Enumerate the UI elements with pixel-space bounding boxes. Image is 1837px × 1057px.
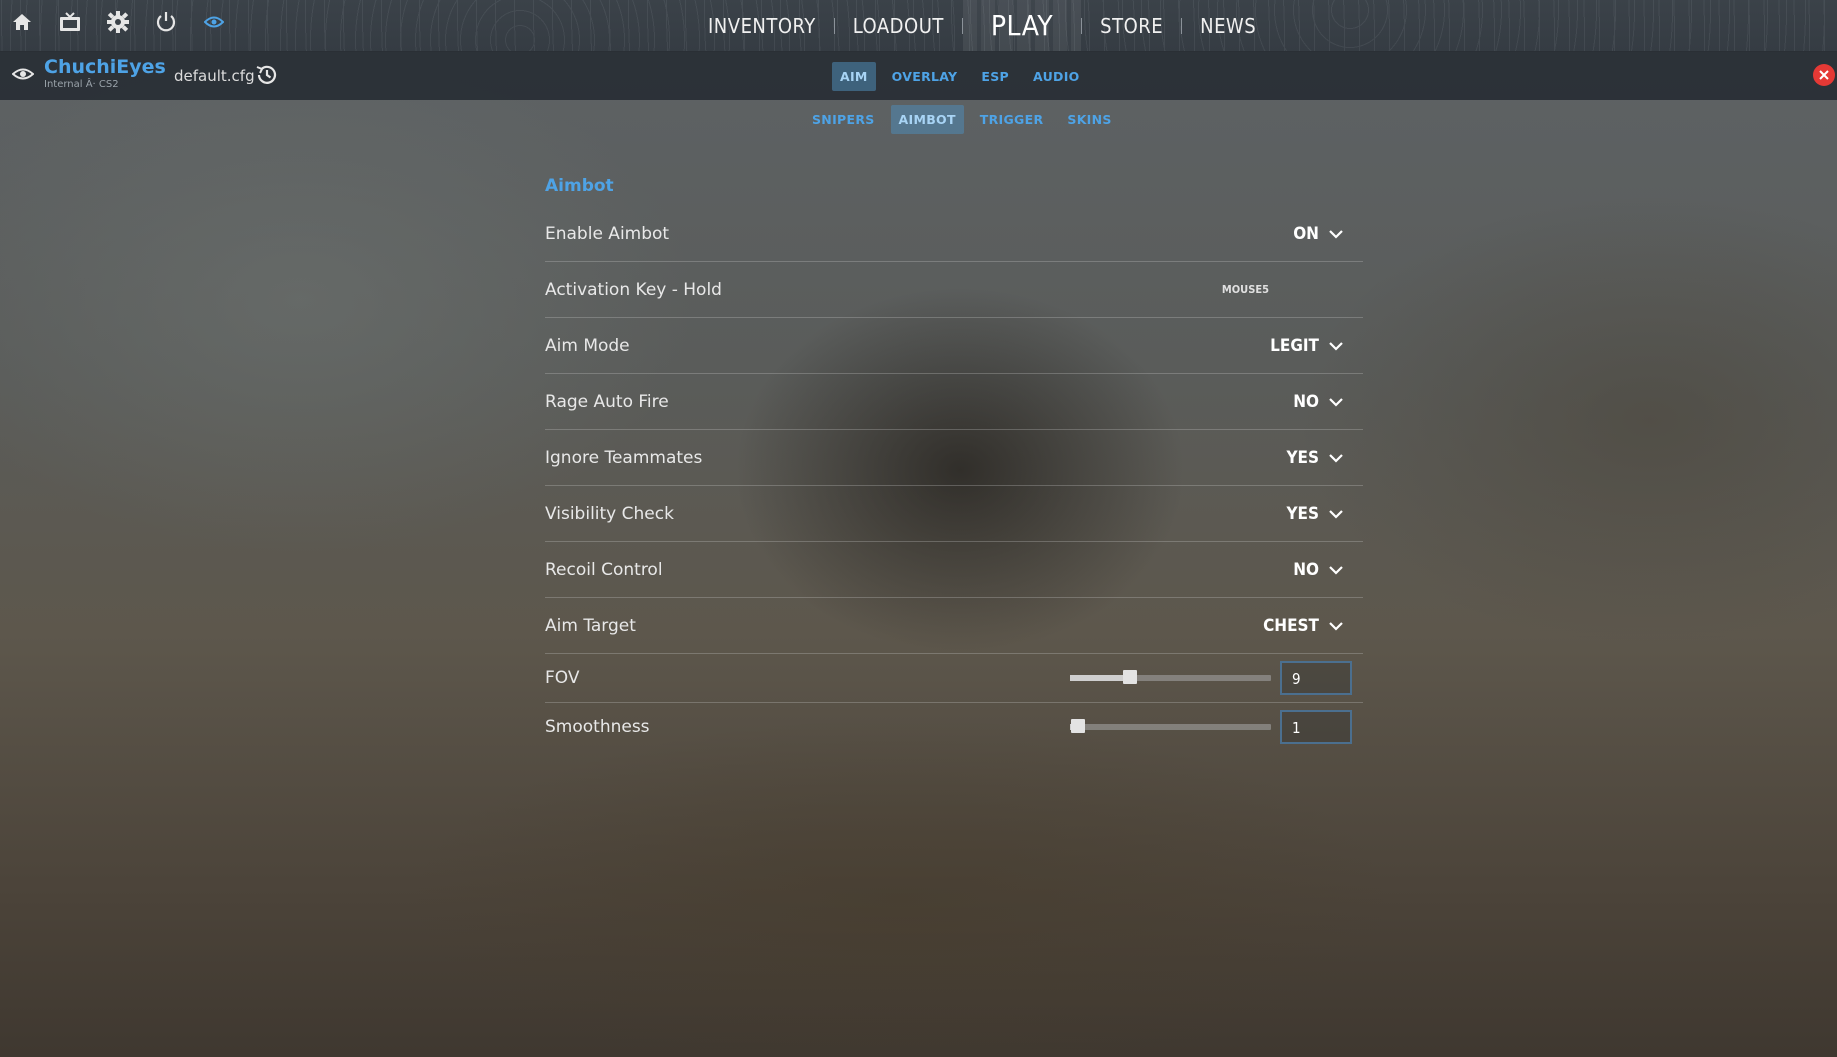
tab-skins[interactable]: SKINS [1059,105,1119,134]
setting-row-ignore-teammates: Ignore Teammates YES [545,430,1363,486]
tab-snipers[interactable]: SNIPERS [804,105,883,134]
setting-label: Ignore Teammates [545,447,703,468]
tab-audio[interactable]: AUDIO [1025,62,1088,91]
setting-row-aim-mode: Aim Mode LEGIT [545,318,1363,374]
top-icon-group [8,8,228,36]
nav-play[interactable]: PLAY [962,0,1082,51]
history-icon[interactable] [255,63,279,91]
enable-aimbot-dropdown[interactable]: ON [1293,224,1343,244]
chevron-down-icon [1329,509,1343,519]
chevron-down-icon [1329,453,1343,463]
setting-row-visibility-check: Visibility Check YES [545,486,1363,542]
close-icon [1819,70,1829,80]
tab-aim[interactable]: AIM [832,62,876,91]
tab-aimbot[interactable]: AIMBOT [890,105,964,134]
setting-row-enable-aimbot: Enable Aimbot ON [545,206,1363,262]
brand-name: ChuchiEyes [44,56,166,78]
dropdown-value: YES [1286,503,1319,524]
setting-row-recoil-control: Recoil Control NO [545,542,1363,598]
setting-row-aim-target: Aim Target CHEST [545,598,1363,654]
setting-row-rage-auto-fire: Rage Auto Fire NO [545,374,1363,430]
nav-loadout[interactable]: LOADOUT [835,14,962,38]
close-button[interactable] [1813,64,1835,86]
smoothness-value-input[interactable]: 1 [1280,710,1352,744]
dropdown-value: NO [1293,559,1319,580]
setting-label: Visibility Check [545,503,674,524]
setting-label: Recoil Control [545,559,663,580]
smoothness-slider[interactable] [1070,719,1271,733]
eye-icon[interactable] [200,8,228,36]
chevron-down-icon [1329,341,1343,351]
section-title: Aimbot [545,176,614,196]
tab-trigger[interactable]: TRIGGER [972,105,1052,134]
setting-label: Aim Mode [545,335,630,356]
aim-target-dropdown[interactable]: CHEST [1263,616,1343,636]
rage-auto-fire-dropdown[interactable]: NO [1293,392,1343,412]
brand-subtitle: Internal Â· CS2 [44,79,119,90]
tab-esp[interactable]: ESP [973,62,1017,91]
dropdown-value: LEGIT [1270,335,1319,356]
setting-row-smoothness: Smoothness 1 [545,703,1363,751]
dropdown-value: CHEST [1263,615,1319,636]
dropdown-value: NO [1293,391,1319,412]
setting-label: Enable Aimbot [545,223,670,244]
setting-row-fov: FOV 9 [545,654,1363,703]
ignore-teammates-dropdown[interactable]: YES [1286,448,1343,468]
tab-overlay[interactable]: OVERLAY [884,62,966,91]
slider-handle[interactable] [1071,719,1086,733]
settings-gear-icon[interactable] [104,8,132,36]
primary-tabs: AIM OVERLAY ESP AUDIO [832,62,1088,91]
top-bar: INVENTORY LOADOUT PLAY STORE NEWS [0,0,1837,51]
dropdown-value: YES [1286,447,1319,468]
fov-slider[interactable] [1070,670,1271,684]
recoil-control-dropdown[interactable]: NO [1293,560,1343,580]
menu-header-bar: ChuchiEyes Internal Â· CS2 default.cfg A… [0,51,1837,100]
chevron-down-icon [1329,229,1343,239]
slider-fill [1070,675,1131,681]
setting-label: FOV [545,668,580,688]
nav-inventory[interactable]: INVENTORY [690,14,834,38]
activation-key-binder[interactable]: MOUSE5 [1222,283,1269,296]
setting-label: Activation Key - Hold [545,279,722,300]
chevron-down-icon [1329,397,1343,407]
fov-value-input[interactable]: 9 [1280,661,1352,695]
brand: ChuchiEyes Internal Â· CS2 [12,57,166,91]
eye-logo-icon [12,68,34,80]
aim-mode-dropdown[interactable]: LEGIT [1270,336,1343,356]
setting-row-activation-key: Activation Key - Hold MOUSE5 [545,262,1363,318]
setting-label: Aim Target [545,615,636,636]
dropdown-value: ON [1293,223,1319,244]
slider-handle[interactable] [1123,670,1138,684]
tv-icon[interactable] [56,8,84,36]
aimbot-settings-panel: Aimbot Enable Aimbot ON Activation Key -… [545,170,1363,751]
setting-label: Rage Auto Fire [545,391,669,412]
power-icon[interactable] [152,8,180,36]
setting-label: Smoothness [545,717,650,737]
chevron-down-icon [1329,621,1343,631]
config-file-name[interactable]: default.cfg [174,67,255,85]
home-icon[interactable] [8,8,36,36]
chevron-down-icon [1329,565,1343,575]
nav-store[interactable]: STORE [1082,14,1181,38]
secondary-tabs: SNIPERS AIMBOT TRIGGER SKINS [804,105,1120,134]
main-nav: INVENTORY LOADOUT PLAY STORE NEWS [690,0,1274,51]
visibility-check-dropdown[interactable]: YES [1286,504,1343,524]
nav-news[interactable]: NEWS [1182,14,1274,38]
